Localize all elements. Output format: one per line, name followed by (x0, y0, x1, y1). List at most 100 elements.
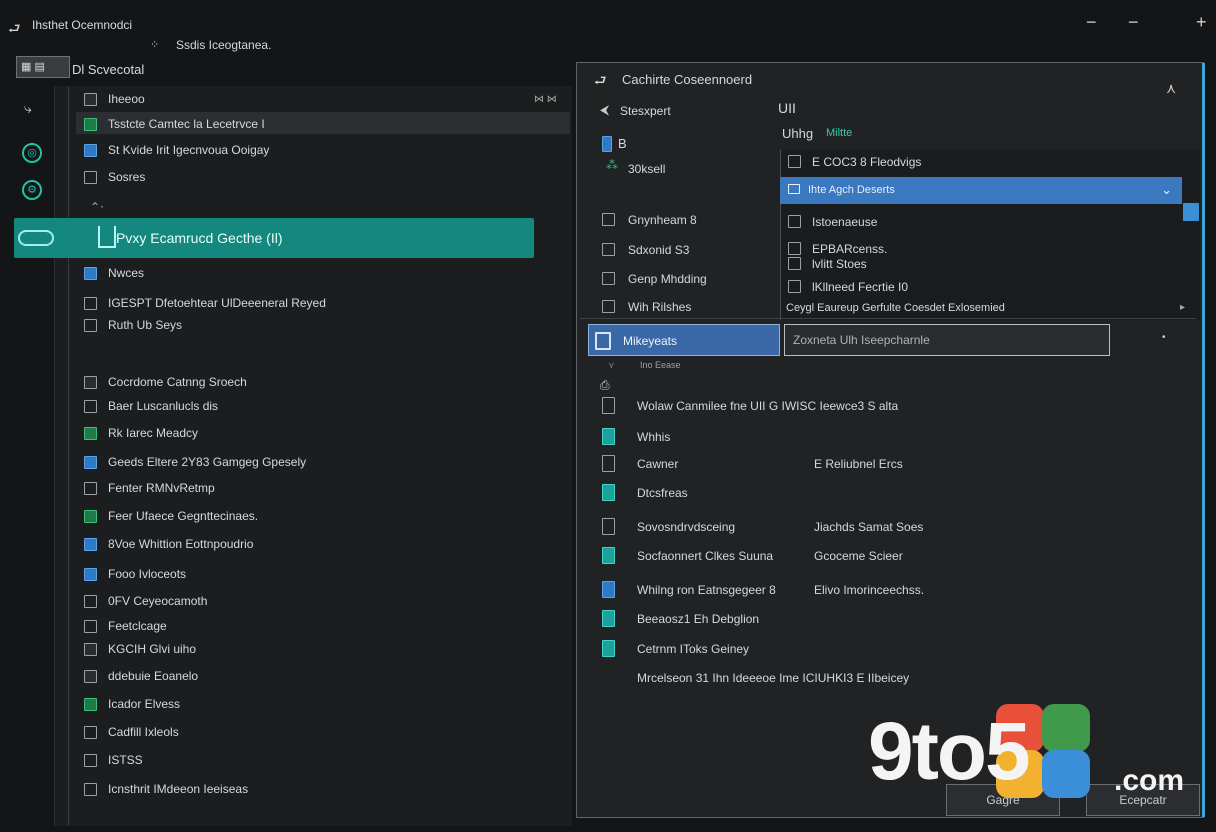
mail-icon (602, 610, 615, 627)
settings-icon[interactable]: ⚙ (22, 180, 42, 200)
setting-row-label[interactable]: Whilng ron Eatnsgegeer 8 (637, 583, 776, 597)
list-item[interactable]: Iheeoo (108, 92, 145, 106)
list-item[interactable]: Feer Ufaece Gegnttecinaes. (108, 509, 258, 523)
list-item[interactable]: Icnsthrit IMdeeon Ieeiseas (108, 782, 248, 796)
setting-row-value: Elivo Imorinceechss. (814, 583, 925, 597)
dropdown-footer: Ceygl Eaureup Gerfulte Coesdet Exlosemie… (786, 302, 1005, 314)
share-icon[interactable]: ⤷ (24, 100, 32, 117)
dropdown-item[interactable]: E COC3 8 Fleodvigs (812, 155, 921, 169)
toggle-icon (18, 230, 54, 246)
dropdown-item[interactable]: lKllneed Fecrtie I0 (812, 280, 908, 294)
arrow-left-icon[interactable]: ⮜ (600, 102, 609, 118)
dropdown-item[interactable]: Istoenaeuse (812, 215, 877, 229)
dropdown-selected-item[interactable]: Ihte Agch Deserts ⌄ (780, 177, 1182, 204)
document-icon (84, 118, 97, 131)
filter-icon (595, 332, 611, 350)
window-icon (84, 456, 97, 469)
box-icon (84, 319, 97, 332)
monitor-icon (84, 568, 97, 581)
filter-button[interactable]: Mikeyeats (588, 324, 780, 356)
arrow-icon (84, 482, 97, 495)
item-icon (788, 257, 801, 270)
expand-icon[interactable]: ⋈ ⋈ (534, 94, 557, 105)
keyboard-icon (84, 620, 97, 633)
list-item[interactable]: Ruth Ub Seys (108, 318, 182, 332)
collapse-icon[interactable]: ⌃⋅ (90, 200, 104, 214)
divider (68, 86, 69, 826)
nav-item[interactable]: Sdxonid S3 (628, 243, 689, 257)
printer-icon: ⎙ (600, 378, 610, 392)
restore-button[interactable]: − (1128, 12, 1139, 33)
filter-input[interactable] (784, 324, 1110, 356)
setting-row-label[interactable]: Wolaw Canmilee fne UII G IWISC Ieewce3 S… (637, 399, 898, 413)
window-title: Ihsthet Ocemnodci (32, 18, 133, 32)
nav-icon (602, 213, 615, 226)
dropdown-item[interactable]: EPBARcenss. (812, 242, 887, 256)
list-item[interactable]: ISTSS (108, 753, 143, 767)
list-item[interactable]: Cocrdome Catnng Sroech (108, 375, 247, 389)
setting-row-label[interactable]: Socfaonnert Clkes Suuna (637, 549, 773, 563)
selected-item-label: Pvxy Ecamrucd Gecthe (Il) (116, 230, 283, 246)
list-item[interactable]: Icador Elvess (108, 697, 180, 711)
setting-row-label[interactable]: Mrcelseon 31 Ihn Ideeeoe Ime ICIUHKI3 E … (637, 671, 909, 685)
setting-row-label[interactable]: Cetrnm IToks Geiney (637, 642, 749, 656)
globe-icon[interactable]: ◎ (22, 143, 42, 163)
sparkle-icon: ⁘ (150, 39, 160, 51)
list-item[interactable]: Rk Iarec Meadcy (108, 426, 198, 440)
list-item[interactable]: ddebuie Eoanelo (108, 669, 198, 683)
list-item[interactable]: Cadfill Ixleols (108, 725, 179, 739)
list-item[interactable]: Tsstcte Camtec la Lecetrvce I (108, 117, 265, 131)
list-item[interactable]: Baer Luscanlucls dis (108, 399, 218, 413)
setting-row-label[interactable]: Dtcsfreas (637, 486, 688, 500)
selected-list-item[interactable]: Pvxy Ecamrucd Gecthe (Il) (14, 218, 534, 258)
bracket-icon (84, 297, 97, 310)
tablet-icon (602, 547, 615, 564)
minimize-button[interactable]: − (1086, 12, 1097, 33)
item-icon (788, 280, 801, 293)
header-accent: Miltte (826, 127, 853, 139)
nav-icon (602, 300, 615, 313)
scrollbar-thumb[interactable] (1183, 203, 1199, 221)
list-item[interactable]: IGESPT Dfetoehtear UlDeeeneral Reyed (108, 296, 326, 310)
setting-row-value: Jiachds Samat Soes (814, 520, 924, 534)
setting-row-label[interactable]: Beeaosz1 Eh Debglion (637, 612, 759, 626)
item-icon (788, 215, 801, 228)
list-item[interactable]: Geeds Eltere 2Y83 Gamgeg Gpesely (108, 455, 306, 469)
back-link[interactable]: Stesxpert (620, 104, 671, 118)
chevron-right-icon[interactable]: ▸ (1180, 302, 1185, 313)
document-icon (602, 136, 612, 152)
list-item[interactable]: Sosres (108, 170, 145, 184)
table-icon (602, 484, 615, 501)
list-item[interactable]: Fooo Ivloceots (108, 567, 186, 581)
list-item[interactable]: Feetclcage (108, 619, 167, 633)
dot-icon[interactable]: • (1162, 332, 1166, 343)
close-button[interactable]: + (1196, 12, 1207, 33)
list-item[interactable]: Nwces (108, 266, 144, 280)
divider (580, 318, 1196, 319)
setting-row-label[interactable]: Whhis (637, 430, 670, 444)
header-u: UII (778, 100, 796, 116)
dropdown-list (780, 150, 1200, 320)
clipboard-icon (84, 538, 97, 551)
nav-item[interactable]: Wih Rilshes (628, 300, 691, 314)
scroll-accent (1202, 63, 1205, 817)
list-item[interactable]: St Kvide Irit Igecnvoua Ooigay (108, 143, 269, 157)
dropdown-selected-label: Ihte Agch Deserts (808, 184, 895, 196)
setting-row-label[interactable]: Sovosndrvdsceing (637, 520, 735, 534)
dropdown-item[interactable]: lvlitt Stoes (812, 257, 867, 271)
flag-icon (84, 510, 97, 523)
list-item[interactable]: 8Voe Whittion Eottnpoudrio (108, 537, 253, 551)
item-icon (788, 155, 801, 168)
list-item[interactable]: Fenter RMNvRetmp (108, 481, 215, 495)
collapse-panel-icon[interactable]: ⋏ (1166, 80, 1176, 97)
toolbar-toggle[interactable]: ▦ ▤ (16, 56, 70, 78)
list-item[interactable]: KGCIH Glvi uiho (108, 642, 196, 656)
list-item[interactable]: 0FV Ceyeocamoth (108, 594, 207, 608)
server-icon (602, 581, 615, 598)
nav-icon (602, 243, 615, 256)
setting-row-label[interactable]: Cawner (637, 457, 678, 471)
nav-item[interactable]: Gnynheam 8 (628, 213, 697, 227)
back-icon[interactable]: ⮐ (594, 70, 607, 94)
back-arrow-icon[interactable]: ⮐ (8, 18, 21, 42)
nav-item[interactable]: Genp Mhdding (628, 272, 707, 286)
